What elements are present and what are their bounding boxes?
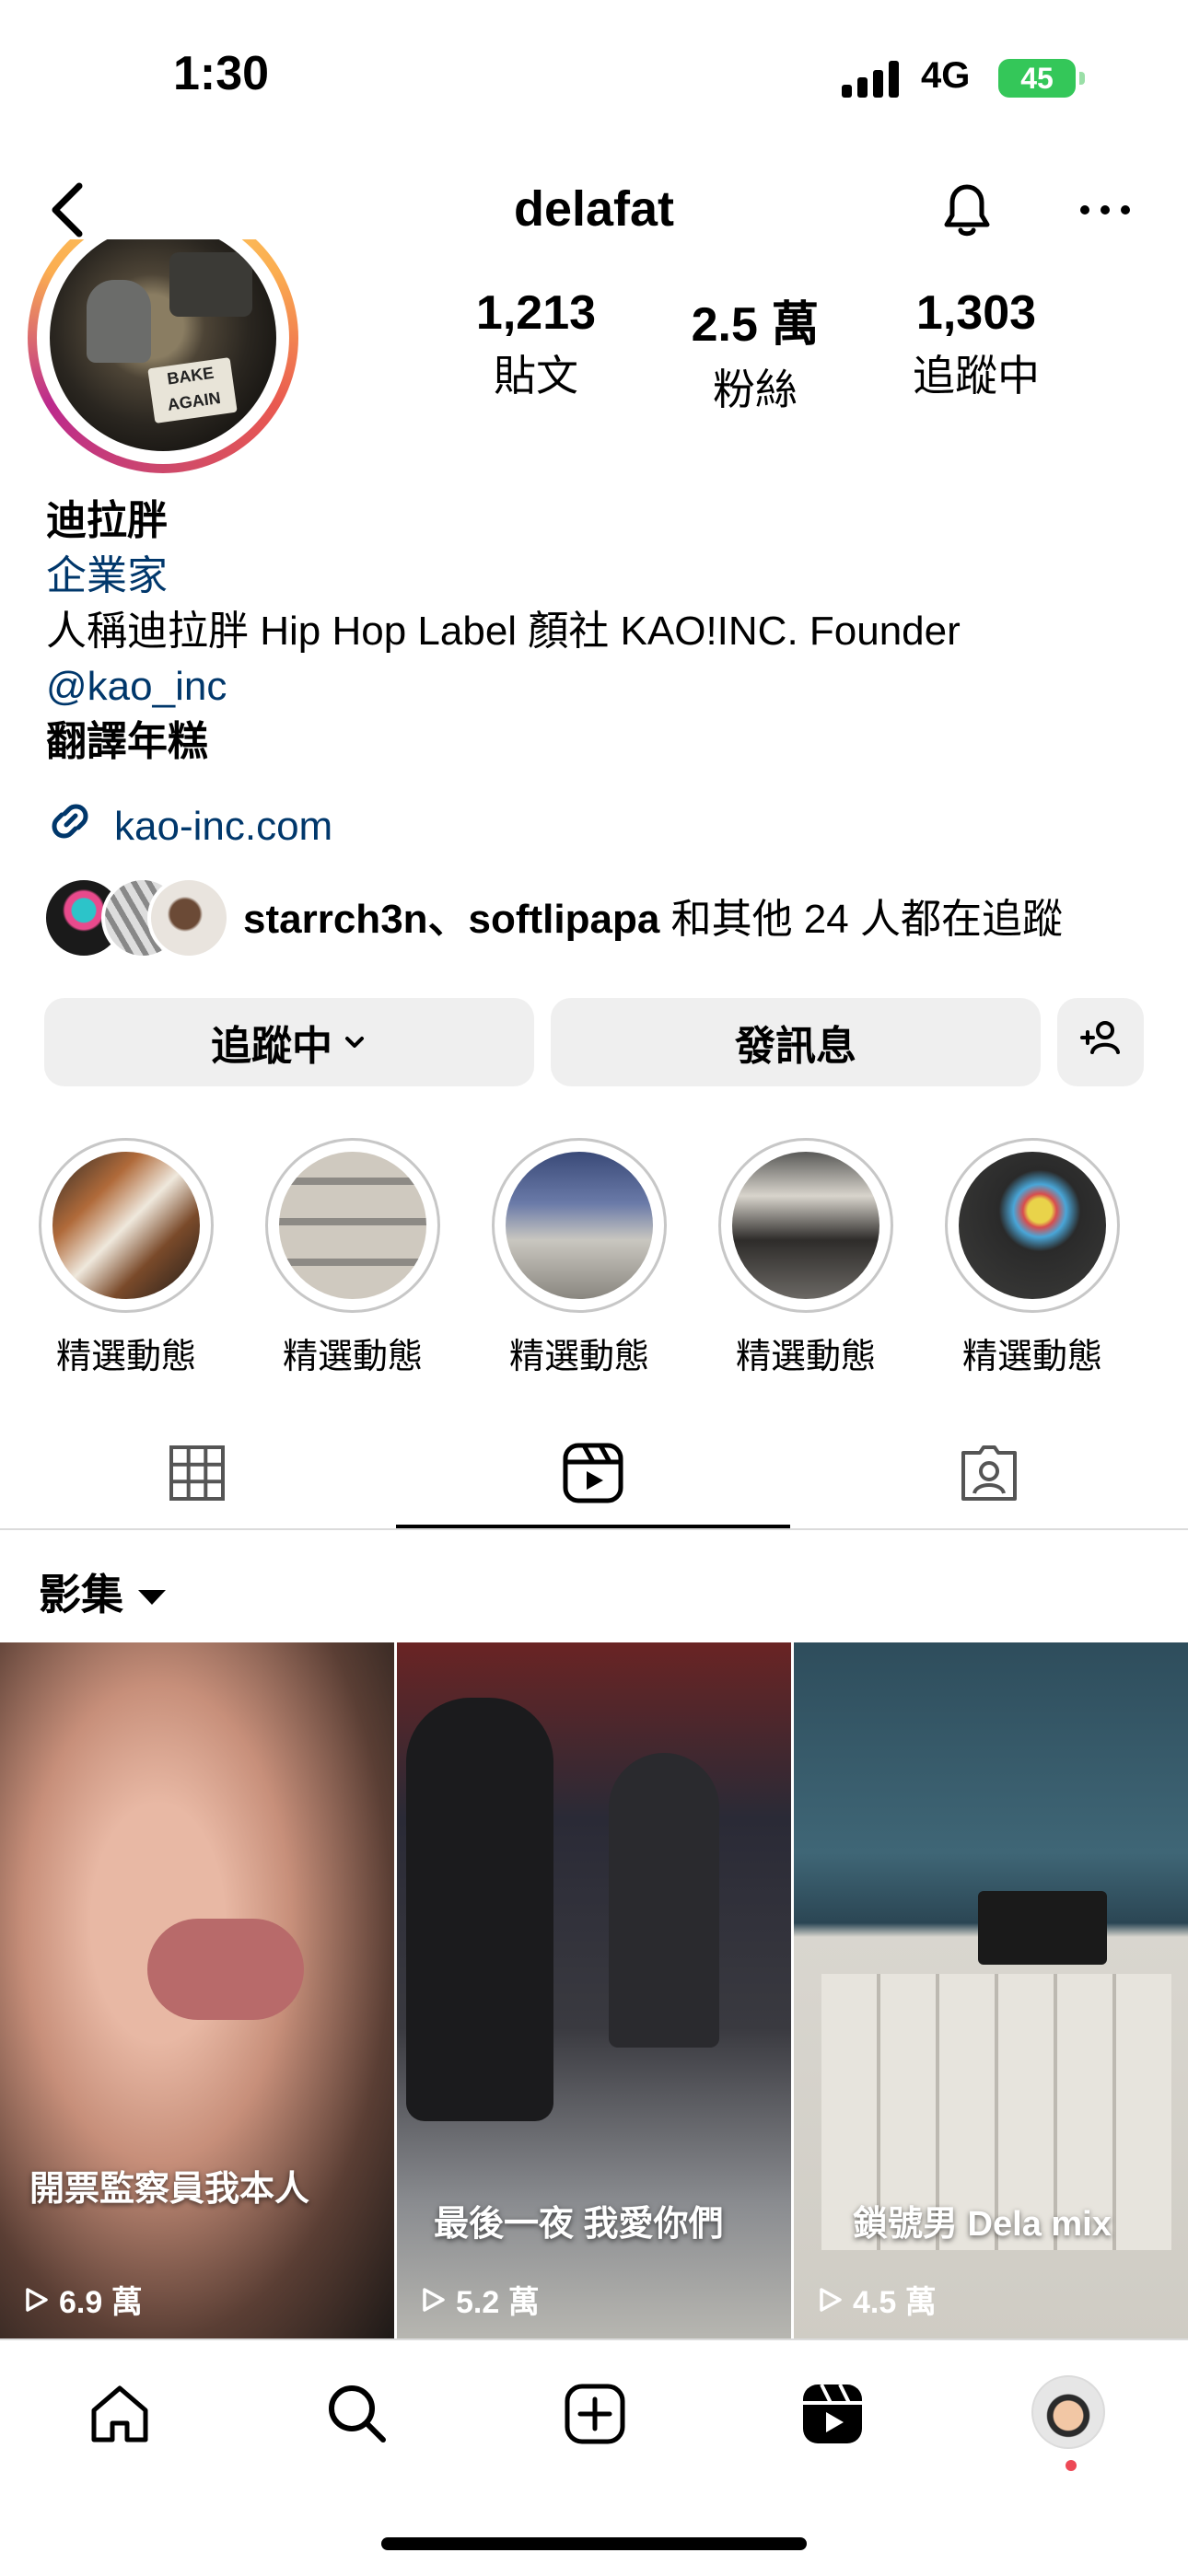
create-post-icon[interactable] xyxy=(556,2375,634,2453)
reel-views: 5.2 萬 xyxy=(419,2277,540,2322)
stat-followers-value: 2.5 萬 xyxy=(691,298,820,352)
chevron-down-icon xyxy=(342,1019,367,1065)
highlight-label: 精選動態 xyxy=(282,1338,423,1376)
profile-avatar[interactable]: BAKE AGAIN xyxy=(28,239,298,479)
reels-nav-icon[interactable] xyxy=(794,2375,871,2453)
follower-avatar-3 xyxy=(147,876,230,959)
notification-bell-icon[interactable] xyxy=(930,173,1004,247)
reel-views-count: 6.9 萬 xyxy=(59,2285,143,2320)
highlight-label: 精選動態 xyxy=(961,1338,1102,1376)
network-type: 4G xyxy=(921,55,971,96)
stat-followers[interactable]: 2.5 萬 粉絲 xyxy=(654,285,856,417)
highlight-2[interactable]: 精選動態 xyxy=(265,1138,440,1378)
notification-dot xyxy=(1066,2460,1077,2471)
highlight-5[interactable]: 精選動態 xyxy=(945,1138,1120,1378)
bio-extra: 翻譯年糕 xyxy=(46,719,208,764)
profile-nav-avatar[interactable] xyxy=(1031,2375,1109,2453)
grid-tab-icon[interactable] xyxy=(160,1436,234,1510)
stat-followers-label: 粉絲 xyxy=(713,366,798,413)
suggested-people-button[interactable] xyxy=(1057,998,1144,1086)
bio-mention-link[interactable]: @kao_inc xyxy=(46,659,227,714)
message-button[interactable]: 發訊息 xyxy=(551,998,1041,1086)
reel-caption: 最後一夜 我愛你們 xyxy=(434,2205,724,2244)
stat-following-value: 1,303 xyxy=(915,286,1037,340)
play-icon xyxy=(820,2287,842,2312)
bio-category[interactable]: 企業家 xyxy=(46,549,168,604)
following-button[interactable]: 追蹤中 xyxy=(44,998,534,1086)
more-options-icon[interactable] xyxy=(1068,173,1142,247)
following-button-label: 追蹤中 xyxy=(211,1024,332,1069)
bio-website-link[interactable]: kao-inc.com xyxy=(44,795,332,857)
message-button-label: 發訊息 xyxy=(735,1024,856,1069)
reels-tab-icon[interactable] xyxy=(556,1436,630,1510)
signal-icon xyxy=(842,61,899,98)
reel-caption: 鎖號男 Dela mix xyxy=(853,2205,1112,2244)
bio-website-text: kao-inc.com xyxy=(114,803,333,849)
reel-views-count: 5.2 萬 xyxy=(456,2285,540,2320)
tab-divider xyxy=(0,1528,1188,1530)
caret-down-icon xyxy=(136,1567,168,1617)
highlight-3[interactable]: 精選動態 xyxy=(492,1138,667,1378)
home-icon[interactable] xyxy=(81,2375,158,2453)
highlight-label: 精選動態 xyxy=(55,1338,196,1376)
highlight-1[interactable]: 精選動態 xyxy=(39,1138,214,1378)
add-person-icon xyxy=(1077,1014,1124,1072)
followed-by-suffix: 和其他 24 人都在追蹤 xyxy=(659,897,1063,942)
battery-icon: 45 xyxy=(998,59,1085,98)
play-icon xyxy=(26,2287,48,2312)
followed-by-names: starrch3n、softlipapa xyxy=(243,897,660,942)
reel-caption: 開票監察員我本人 xyxy=(29,2170,310,2209)
play-icon xyxy=(423,2287,445,2312)
reel-thumbnail-1[interactable]: 開票監察員我本人 6.9 萬 xyxy=(0,1642,394,2344)
reel-thumbnail-3[interactable]: 鎖號男 Dela mix 4.5 萬 xyxy=(794,1642,1188,2344)
bio-name: 迪拉胖 xyxy=(46,498,168,543)
stat-following-label: 追蹤中 xyxy=(913,352,1040,400)
bio-description: 人稱迪拉胖 Hip Hop Label 顏社 KAO!INC. Founder xyxy=(46,609,961,654)
highlight-label: 精選動態 xyxy=(508,1338,649,1376)
home-indicator xyxy=(381,2537,807,2550)
highlight-4[interactable]: 精選動態 xyxy=(718,1138,893,1378)
stat-posts-value: 1,213 xyxy=(475,286,597,340)
collection-label: 影集 xyxy=(39,1571,123,1619)
highlight-label: 精選動態 xyxy=(735,1338,876,1376)
followed-by-text[interactable]: starrch3n、softlipapa 和其他 24 人都在追蹤 xyxy=(243,886,1063,945)
collection-dropdown[interactable]: 影集 xyxy=(39,1561,168,1622)
battery-level: 45 xyxy=(1020,61,1054,95)
reel-views: 4.5 萬 xyxy=(816,2277,937,2322)
reel-thumbnail-2[interactable]: 最後一夜 我愛你們 5.2 萬 xyxy=(397,1642,791,2344)
reel-views-count: 4.5 萬 xyxy=(853,2285,937,2320)
link-icon xyxy=(44,795,96,857)
tagged-tab-icon[interactable] xyxy=(952,1436,1026,1510)
stat-posts-label: 貼文 xyxy=(494,352,578,400)
status-time: 1:30 xyxy=(173,47,270,100)
stat-posts[interactable]: 1,213 貼文 xyxy=(435,285,637,403)
stat-following[interactable]: 1,303 追蹤中 xyxy=(875,285,1077,403)
search-icon[interactable] xyxy=(319,2375,396,2453)
reel-views: 6.9 萬 xyxy=(22,2277,143,2322)
profile-username: delafat xyxy=(513,181,675,237)
avatar-badge-text: BAKE AGAIN xyxy=(147,357,238,424)
